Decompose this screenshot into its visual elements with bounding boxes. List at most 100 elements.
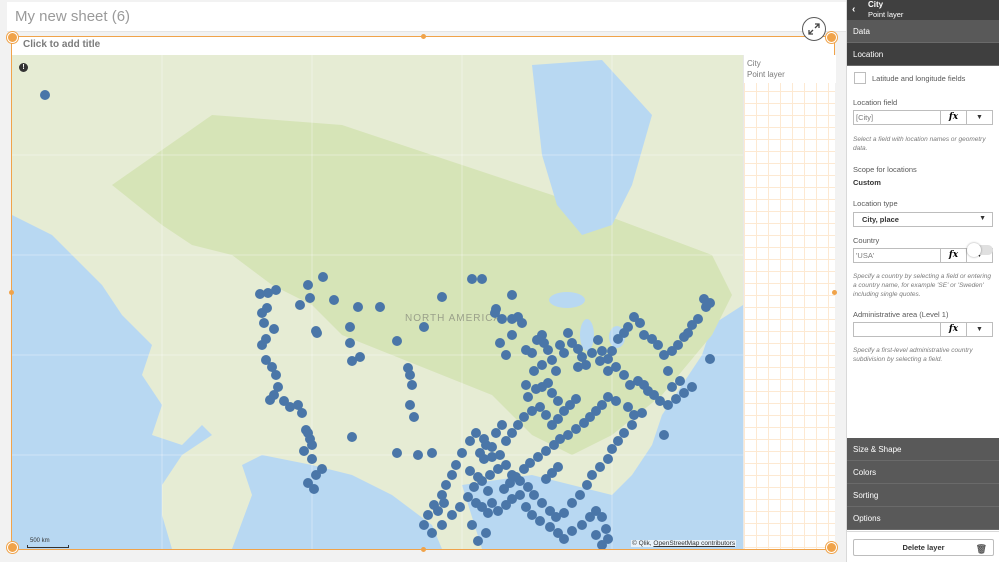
city-point[interactable] xyxy=(541,446,551,456)
city-point[interactable] xyxy=(305,293,315,303)
city-point[interactable] xyxy=(529,366,539,376)
city-point[interactable] xyxy=(601,524,611,534)
city-point[interactable] xyxy=(513,420,523,430)
delete-layer-button[interactable]: Delete layer 🗑 xyxy=(853,539,994,556)
city-point[interactable] xyxy=(567,498,577,508)
city-point[interactable] xyxy=(295,300,305,310)
city-point[interactable] xyxy=(545,506,555,516)
city-point[interactable] xyxy=(611,362,621,372)
resize-handle-top-left[interactable] xyxy=(7,32,18,43)
city-point[interactable] xyxy=(527,510,537,520)
city-point[interactable] xyxy=(517,318,527,328)
chevron-left-icon[interactable]: ‹ xyxy=(852,4,855,15)
city-point[interactable] xyxy=(582,480,592,490)
city-point[interactable] xyxy=(473,536,483,546)
city-point[interactable] xyxy=(597,512,607,522)
city-point[interactable] xyxy=(312,328,322,338)
city-point[interactable] xyxy=(345,322,355,332)
resize-handle-top[interactable] xyxy=(421,34,426,39)
section-location[interactable]: Location xyxy=(847,43,999,66)
city-point[interactable] xyxy=(597,346,607,356)
city-point[interactable] xyxy=(527,348,537,358)
city-point[interactable] xyxy=(262,303,272,313)
city-point[interactable] xyxy=(483,486,493,496)
city-point[interactable] xyxy=(635,318,645,328)
city-point[interactable] xyxy=(40,90,50,100)
city-point[interactable] xyxy=(405,370,415,380)
city-point[interactable] xyxy=(597,400,607,410)
city-point[interactable] xyxy=(419,322,429,332)
city-point[interactable] xyxy=(467,520,477,530)
city-point[interactable] xyxy=(507,428,517,438)
chevron-down-icon[interactable]: ▼ xyxy=(966,323,992,336)
city-point[interactable] xyxy=(547,388,557,398)
section-options[interactable]: Options xyxy=(847,507,999,530)
city-point[interactable] xyxy=(455,502,465,512)
location-type-select[interactable]: City, place ▼ xyxy=(853,212,993,227)
resize-handle-top-right[interactable] xyxy=(826,32,837,43)
section-sorting[interactable]: Sorting xyxy=(847,484,999,507)
city-point[interactable] xyxy=(329,295,339,305)
city-point[interactable] xyxy=(515,490,525,500)
city-point[interactable] xyxy=(551,366,561,376)
city-point[interactable] xyxy=(543,378,553,388)
city-point[interactable] xyxy=(318,272,328,282)
city-point[interactable] xyxy=(623,322,633,332)
city-point[interactable] xyxy=(427,528,437,538)
city-point[interactable] xyxy=(619,428,629,438)
city-point[interactable] xyxy=(523,482,533,492)
city-point[interactable] xyxy=(595,356,605,366)
city-point[interactable] xyxy=(483,508,493,518)
city-point[interactable] xyxy=(355,352,365,362)
fx-expression-button[interactable]: fx xyxy=(940,323,966,336)
city-point[interactable] xyxy=(687,382,697,392)
city-point[interactable] xyxy=(345,338,355,348)
city-point[interactable] xyxy=(627,420,637,430)
city-point[interactable] xyxy=(405,400,415,410)
city-point[interactable] xyxy=(487,498,497,508)
city-point[interactable] xyxy=(437,292,447,302)
city-point[interactable] xyxy=(392,448,402,458)
city-point[interactable] xyxy=(501,350,511,360)
city-point[interactable] xyxy=(447,510,457,520)
city-point[interactable] xyxy=(441,480,451,490)
city-point[interactable] xyxy=(533,452,543,462)
city-point[interactable] xyxy=(521,380,531,390)
city-point[interactable] xyxy=(481,528,491,538)
map-area[interactable]: NORTH AMERICA ! 500 km © Qlik, OpenStree… xyxy=(12,55,743,549)
resize-handle-bottom-right[interactable] xyxy=(826,542,837,553)
city-point[interactable] xyxy=(413,450,423,460)
city-point[interactable] xyxy=(535,516,545,526)
city-point[interactable] xyxy=(375,302,385,312)
city-point[interactable] xyxy=(541,410,551,420)
city-point[interactable] xyxy=(303,280,313,290)
city-point[interactable] xyxy=(447,470,457,480)
city-point[interactable] xyxy=(619,370,629,380)
city-point[interactable] xyxy=(587,348,597,358)
location-field-value[interactable]: [City] xyxy=(854,111,940,124)
city-point[interactable] xyxy=(419,520,429,530)
add-title-placeholder[interactable]: Click to add title xyxy=(23,39,100,50)
city-point[interactable] xyxy=(523,392,533,402)
city-point[interactable] xyxy=(467,274,477,284)
city-point[interactable] xyxy=(575,490,585,500)
city-point[interactable] xyxy=(507,290,517,300)
info-icon[interactable]: ! xyxy=(19,63,28,72)
city-point[interactable] xyxy=(663,400,673,410)
city-point[interactable] xyxy=(299,446,309,456)
city-point[interactable] xyxy=(469,482,479,492)
city-point[interactable] xyxy=(259,318,269,328)
resize-handle-bottom-left[interactable] xyxy=(7,542,18,553)
city-point[interactable] xyxy=(591,530,601,540)
city-point[interactable] xyxy=(493,464,503,474)
city-point[interactable] xyxy=(491,428,501,438)
city-point[interactable] xyxy=(407,380,417,390)
city-point[interactable] xyxy=(563,328,573,338)
city-point[interactable] xyxy=(511,472,521,482)
city-point[interactable] xyxy=(637,408,647,418)
city-point[interactable] xyxy=(535,402,545,412)
fx-expression-button[interactable]: fx xyxy=(940,111,966,124)
city-point[interactable] xyxy=(603,392,613,402)
city-point[interactable] xyxy=(487,452,497,462)
city-point[interactable] xyxy=(257,340,267,350)
